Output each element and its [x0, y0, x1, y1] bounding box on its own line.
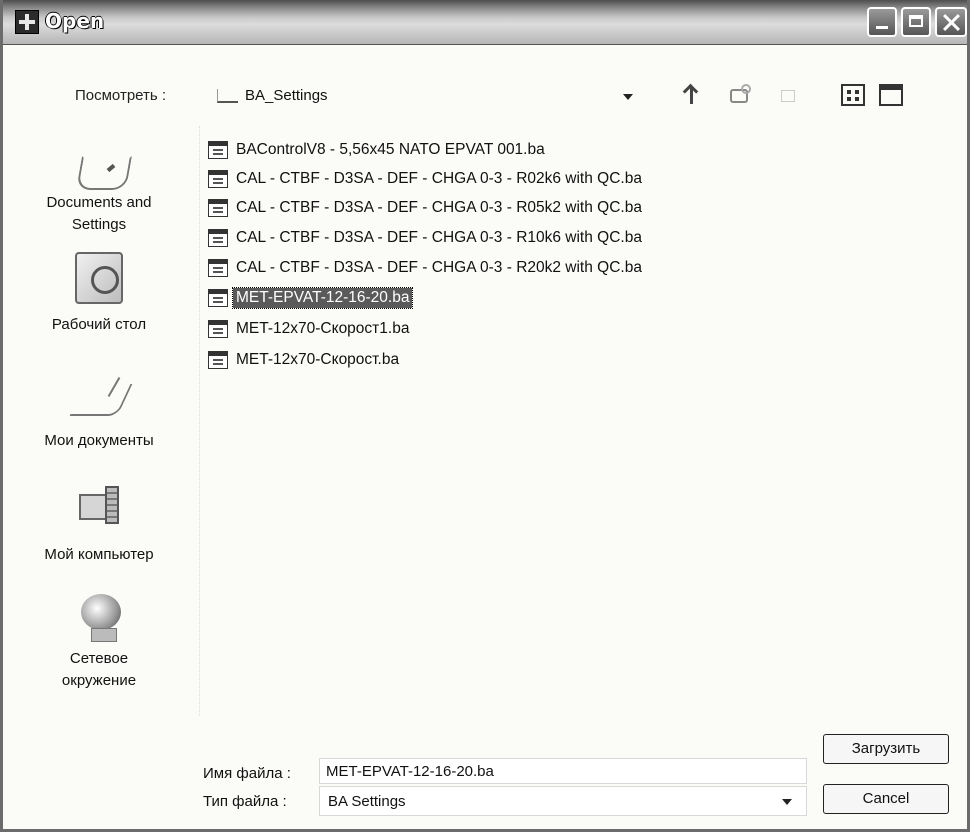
place-label: Settings [71, 216, 127, 233]
file-type-value: BA Settings [328, 793, 406, 810]
file-name-input[interactable] [319, 758, 807, 784]
file-name: MET-12x70-Скорост.ba [236, 351, 400, 368]
open-dialog: Open Посмотреть : BA_Settings Documents … [0, 0, 970, 832]
my-documents-icon [69, 366, 129, 422]
file-icon [208, 289, 228, 307]
load-button[interactable]: Загрузить [823, 734, 949, 764]
new-folder-icon[interactable] [727, 82, 753, 108]
view-menu-icon[interactable] [775, 82, 801, 108]
place-my-computer[interactable]: Мой компьютер [9, 480, 189, 566]
minimize-button[interactable] [867, 7, 897, 37]
file-icon [208, 351, 228, 369]
file-name: CAL - CTBF - D3SA - DEF - CHGA 0-3 - R20… [236, 259, 642, 276]
file-name-label: Имя файла : [203, 765, 291, 782]
file-icon [208, 199, 228, 217]
file-icon [208, 141, 228, 159]
file-item[interactable]: MET-12x70-Скорост1.ba [208, 318, 412, 340]
file-name: BAControlV8 - 5,56x45 NATO EPVAT 001.ba [236, 141, 545, 158]
look-in-label: Посмотреть : [75, 87, 167, 104]
file-icon [208, 170, 228, 188]
place-label: Мой компьютер [44, 546, 154, 563]
documents-and-settings-icon [69, 136, 129, 192]
file-item[interactable]: CAL - CTBF - D3SA - DEF - CHGA 0-3 - R10… [208, 227, 645, 249]
place-my-documents[interactable]: Мои документы [9, 366, 189, 452]
place-documents-and-settings[interactable]: Documents and Settings [9, 136, 189, 236]
file-item[interactable]: CAL - CTBF - D3SA - DEF - CHGA 0-3 - R20… [208, 257, 645, 279]
place-network[interactable]: Сетевое окружение [9, 588, 189, 692]
up-folder-icon[interactable] [679, 82, 705, 108]
look-in-dropdown[interactable]: BA_Settings [213, 80, 643, 112]
place-desktop[interactable]: Рабочий стол [9, 250, 189, 336]
cancel-button[interactable]: Cancel [823, 784, 949, 814]
file-item[interactable]: MET-12x70-Скорост.ba [208, 349, 402, 371]
file-name: CAL - CTBF - D3SA - DEF - CHGA 0-3 - R02… [236, 170, 642, 187]
file-icon [208, 320, 228, 338]
place-label: Мои документы [44, 432, 154, 449]
file-type-label: Тип файла : [203, 793, 287, 810]
place-label: Documents and [46, 194, 152, 211]
chevron-down-icon[interactable] [623, 94, 633, 100]
list-view-icon[interactable] [841, 84, 865, 106]
file-item[interactable]: CAL - CTBF - D3SA - DEF - CHGA 0-3 - R05… [208, 197, 645, 219]
file-name: MET-12x70-Скорост1.ba [236, 320, 410, 337]
file-name: MET-EPVAT-12-16-20.ba [231, 287, 414, 309]
details-view-icon[interactable] [879, 84, 903, 106]
file-item[interactable]: CAL - CTBF - D3SA - DEF - CHGA 0-3 - R02… [208, 168, 645, 190]
look-in-value: BA_Settings [245, 87, 328, 104]
file-icon [208, 229, 228, 247]
place-label: Сетевое [69, 650, 129, 667]
file-item-selected[interactable]: MET-EPVAT-12-16-20.ba [208, 287, 414, 309]
network-places-icon [69, 588, 129, 644]
title-bar[interactable]: Open [3, 0, 967, 45]
maximize-button[interactable] [901, 7, 931, 37]
file-list[interactable]: BAControlV8 - 5,56x45 NATO EPVAT 001.ba … [199, 126, 964, 716]
desktop-icon [69, 250, 129, 306]
my-computer-icon [69, 480, 129, 536]
file-item[interactable]: BAControlV8 - 5,56x45 NATO EPVAT 001.ba [208, 139, 548, 161]
place-label: Рабочий стол [51, 316, 147, 333]
close-button[interactable] [935, 7, 967, 37]
file-icon [208, 259, 228, 277]
window-title: Open [45, 9, 105, 33]
folder-icon [217, 89, 238, 103]
chevron-down-icon[interactable] [782, 799, 792, 805]
file-type-select[interactable]: BA Settings [319, 786, 807, 816]
places-bar: Documents and Settings Рабочий стол Мои … [9, 126, 189, 716]
place-label: окружение [61, 672, 137, 689]
file-name: CAL - CTBF - D3SA - DEF - CHGA 0-3 - R05… [236, 199, 642, 216]
app-icon [15, 10, 39, 34]
file-name: CAL - CTBF - D3SA - DEF - CHGA 0-3 - R10… [236, 229, 642, 246]
